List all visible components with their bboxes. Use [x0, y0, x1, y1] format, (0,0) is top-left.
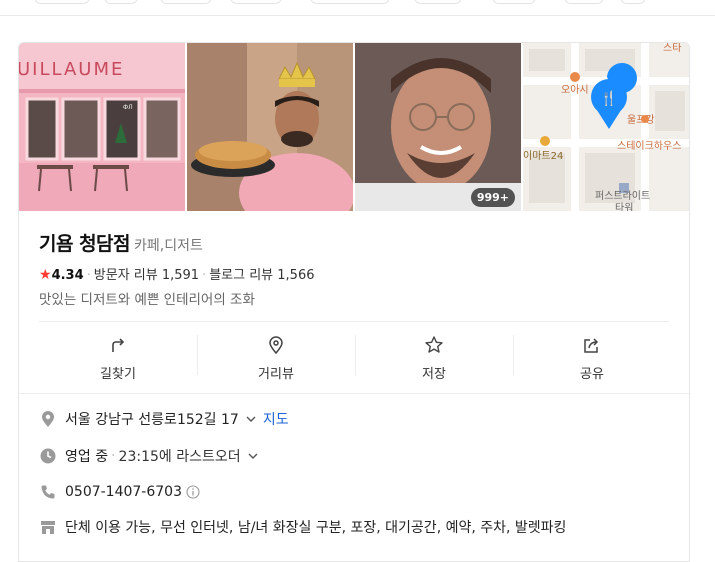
share-button[interactable]: 공유	[513, 327, 671, 387]
street-view-pin-icon	[269, 336, 283, 355]
directions-label: 길찾기	[100, 367, 136, 382]
map-label-steakhouse: 스테이크하우스	[617, 139, 681, 152]
amenities-row: 단체 이용 가능, 무선 인터넷, 남/녀 화장실 구분, 포장, 대기공간, …	[39, 517, 566, 537]
map-label-emart24: 이마트24	[523, 150, 563, 162]
directions-icon	[112, 338, 125, 352]
address-row: 서울 강남구 선릉로152길 17 지도	[39, 409, 289, 429]
mini-map[interactable]: 스타 오아시 🍴 울프강 스테이크하우스 이마트24 퍼스트라이트 타워	[523, 43, 689, 211]
blog-review-link[interactable]: 블로그 리뷰 1,566	[209, 268, 314, 283]
chef-with-cake-photo[interactable]	[187, 43, 353, 211]
chevron-down-icon[interactable]	[247, 450, 259, 462]
share-icon	[584, 338, 599, 353]
address-text: 서울 강남구 선릉로152길 17	[65, 412, 239, 428]
top-tab[interactable]	[230, 0, 282, 4]
star-outline-icon	[425, 336, 443, 353]
place-title-row: 기욤 청담점 카페,디저트	[39, 229, 203, 256]
storefront-photo[interactable]: UILLAUME ФЛ	[19, 43, 185, 211]
top-tab[interactable]	[492, 0, 536, 4]
top-tab[interactable]	[34, 0, 90, 4]
top-tab[interactable]	[310, 0, 390, 4]
map-label-oasis: 오아시	[561, 84, 589, 96]
review-stats: ★4.34 · 방문자 리뷰 1,591 · 블로그 리뷰 1,566	[39, 267, 315, 283]
street-view-button[interactable]: 거리뷰	[197, 327, 355, 387]
map-label-wolfgang: 울프강	[627, 114, 655, 126]
place-name[interactable]: 기욤 청담점	[39, 233, 131, 255]
place-tagline: 맛있는 디저트와 예쁜 인테리어의 조화	[39, 292, 255, 308]
clock-icon	[40, 448, 56, 464]
top-tab[interactable]	[620, 0, 646, 4]
directions-button[interactable]: 길찾기	[39, 327, 197, 387]
chevron-down-icon[interactable]	[245, 413, 257, 425]
chef-portrait-photo[interactable]: 999+	[355, 43, 521, 211]
rating-value: 4.34	[51, 268, 84, 283]
map-label-firstlight: 퍼스트라이트	[595, 190, 650, 202]
open-status: 영업 중	[65, 449, 109, 465]
top-tab-strip	[0, 0, 715, 16]
amenities-text: 단체 이용 가능, 무선 인터넷, 남/녀 화장실 구분, 포장, 대기공간, …	[65, 520, 567, 536]
top-tab[interactable]	[104, 0, 138, 4]
phone-row: 0507-1407-6703	[39, 483, 200, 501]
photo-strip: UILLAUME ФЛ 999+ 스타 오아시 🍴 울프강 스테이크하우스 이마…	[19, 43, 689, 211]
svg-text:🍴: 🍴	[600, 90, 617, 107]
phone-icon	[41, 485, 55, 499]
store-icon	[41, 521, 55, 534]
window-text: ФЛ	[123, 104, 133, 111]
rating-star-icon: ★	[39, 267, 52, 283]
top-tab[interactable]	[414, 0, 462, 4]
top-tab[interactable]	[564, 0, 604, 4]
map-link[interactable]: 지도	[263, 409, 289, 429]
share-label: 공유	[580, 367, 604, 382]
phone-number[interactable]: 0507-1407-6703	[65, 484, 182, 500]
map-label: 스타	[663, 43, 681, 54]
place-category: 카페,디저트	[134, 238, 203, 254]
action-bar: 길찾기 거리뷰 저장 공유	[39, 327, 671, 387]
map-label-tower: 타워	[615, 201, 633, 211]
hours-row: 영업 중 · 23:15에 라스트오더	[39, 446, 259, 466]
photo-count-badge[interactable]: 999+	[470, 188, 515, 207]
location-pin-icon	[42, 411, 54, 427]
place-card: UILLAUME ФЛ 999+ 스타 오아시 🍴 울프강 스테이크하우스 이마…	[18, 42, 690, 562]
save-button[interactable]: 저장	[355, 327, 513, 387]
street-view-label: 거리뷰	[258, 367, 294, 382]
last-order-text: 23:15에 라스트오더	[118, 449, 241, 465]
info-icon[interactable]	[186, 485, 200, 499]
visitor-review-link[interactable]: 방문자 리뷰 1,591	[94, 268, 199, 283]
top-tab[interactable]	[160, 0, 212, 4]
storefront-sign-text: UILLAUME	[19, 59, 124, 80]
divider	[39, 321, 669, 322]
save-label: 저장	[422, 367, 446, 382]
divider	[19, 393, 689, 394]
